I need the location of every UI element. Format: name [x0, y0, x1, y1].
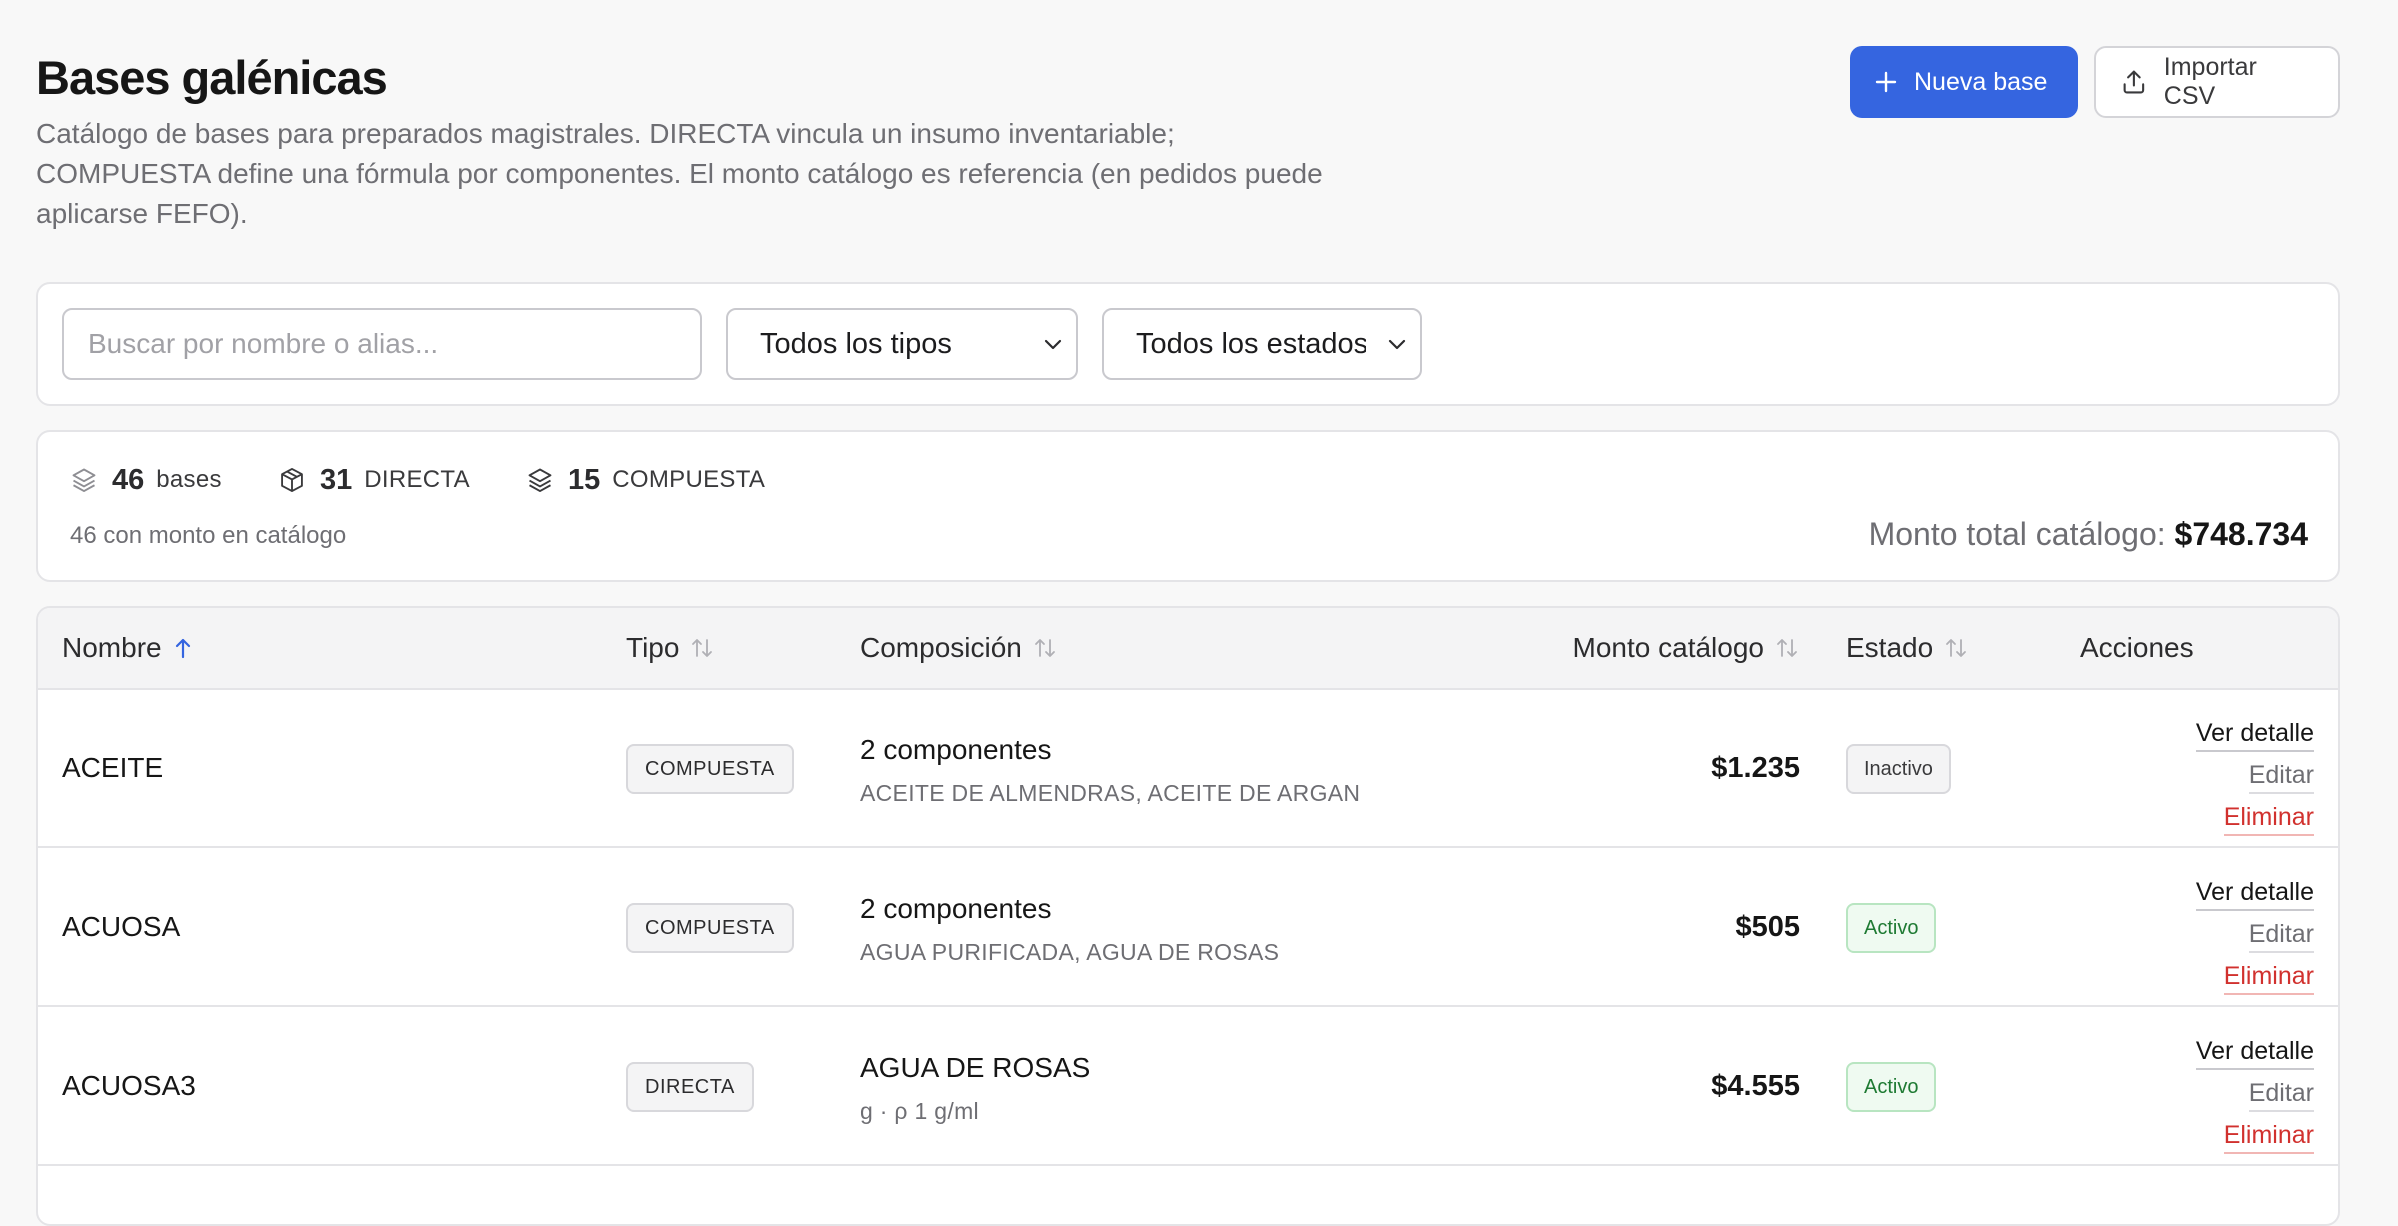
stat-compuesta-label: COMPUESTA — [612, 466, 766, 493]
layers-icon — [72, 468, 96, 493]
tipo-badge: COMPUESTA — [626, 744, 794, 794]
view-detail-link[interactable]: Ver detalle — [2195, 716, 2314, 752]
column-header-nombre[interactable]: Nombre — [62, 608, 194, 688]
upload-icon — [2123, 70, 2145, 94]
delete-link[interactable]: Eliminar — [2223, 800, 2314, 836]
tipo-select-value: Todos los tipos — [760, 327, 952, 360]
stat-directa-label: DIRECTA — [364, 466, 470, 493]
edit-link[interactable]: Editar — [2248, 1076, 2314, 1112]
estado-select-value: Todos los estados — [1136, 327, 1366, 360]
edit-link[interactable]: Editar — [2248, 917, 2314, 953]
row-actions: Ver detalle Editar Eliminar — [2195, 716, 2314, 836]
tipo-select[interactable]: Todos los tipos — [726, 308, 1078, 380]
tipo-badge: DIRECTA — [626, 1062, 754, 1112]
column-label: Composición — [860, 632, 1022, 663]
stat-directa-count: 31 — [320, 463, 353, 496]
row-amount: $505 — [1735, 910, 1800, 943]
column-header-tipo[interactable]: Tipo — [626, 608, 715, 688]
sort-icon — [1034, 639, 1055, 657]
total-amount-value: $748.734 — [2174, 516, 2308, 552]
stat-total-count: 46 — [112, 463, 145, 496]
page: Bases galénicas Catálogo de bases para p… — [36, 0, 2340, 1226]
page-title: Bases galénicas — [36, 51, 388, 104]
stat-directa: 31 DIRECTA — [278, 460, 470, 500]
composition-detail: g · ρ 1 g/ml — [860, 1098, 979, 1124]
row-name: ACUOSA3 — [62, 1070, 196, 1101]
column-label: Nombre — [62, 632, 162, 663]
search-placeholder: Buscar por nombre o alias... — [88, 328, 439, 359]
column-label: Monto catálogo — [1572, 632, 1764, 663]
delete-link[interactable]: Eliminar — [2223, 1118, 2314, 1154]
layers-icon — [528, 468, 552, 493]
page-header: Bases galénicas Catálogo de bases para p… — [36, 0, 2340, 282]
import-csv-button[interactable]: Importar CSV — [2094, 46, 2340, 118]
package-icon — [281, 467, 303, 493]
total-amount-label: Monto total catálogo: — [1868, 516, 2166, 552]
row-actions: Ver detalle Editar Eliminar — [2195, 1034, 2314, 1154]
import-csv-label: Importar CSV — [2163, 53, 2257, 110]
column-label: Acciones — [2080, 632, 2194, 663]
edit-link[interactable]: Editar — [2248, 758, 2314, 794]
column-header-monto[interactable]: Monto catálogo — [1573, 608, 1800, 688]
row-name: ACEITE — [62, 752, 164, 783]
row-actions: Ver detalle Editar Eliminar — [2195, 875, 2314, 995]
chevron-down-icon — [1044, 339, 1062, 350]
table-row: ACEITE COMPUESTA 2 componentes ACEITE DE… — [38, 690, 2338, 848]
sort-icon — [692, 639, 713, 657]
row-amount: $1.235 — [1711, 751, 1800, 784]
delete-link[interactable]: Eliminar — [2223, 959, 2314, 995]
table-row: ACUOSA COMPUESTA 2 componentes AGUA PURI… — [38, 849, 2338, 1007]
filters-panel: Buscar por nombre o alias... Todos los t… — [36, 282, 2340, 406]
estado-select[interactable]: Todos los estados — [1102, 308, 1422, 380]
column-header-estado[interactable]: Estado — [1846, 608, 1969, 688]
view-detail-link[interactable]: Ver detalle — [2195, 1034, 2314, 1070]
table-row: ACUOSA3 DIRECTA AGUA DE ROSAS g · ρ 1 g/… — [38, 1008, 2338, 1166]
page-description: Catálogo de bases para preparados magist… — [36, 118, 1323, 229]
status-badge: Activo — [1846, 903, 1937, 953]
bases-table: Nombre Tipo Composición Monto catálogo E… — [36, 606, 2340, 1226]
new-base-label: Nueva base — [1914, 67, 2048, 96]
table-header: Nombre Tipo Composición Monto catálogo E… — [38, 608, 2338, 690]
sort-ascending-icon — [175, 638, 190, 659]
search-input[interactable]: Buscar por nombre o alias... — [62, 308, 702, 380]
new-base-button[interactable]: Nueva base — [1850, 46, 2078, 118]
view-detail-link[interactable]: Ver detalle — [2195, 875, 2314, 911]
column-header-composicion[interactable]: Composición — [860, 608, 1058, 688]
summary-panel: 46 bases 31 DIRECTA 15 COMPUESTA 46 con … — [36, 430, 2340, 582]
composition-detail: AGUA PURIFICADA, AGUA DE ROSAS — [860, 939, 1280, 965]
composition-main: 2 componentes — [860, 893, 1052, 924]
chevron-down-icon — [1388, 339, 1406, 350]
stat-with-amount: 46 con monto en catálogo — [70, 522, 347, 549]
row-name: ACUOSA — [62, 911, 181, 942]
composition-main: 2 componentes — [860, 734, 1052, 765]
composition-main: AGUA DE ROSAS — [860, 1052, 1091, 1083]
sort-icon — [1777, 639, 1797, 657]
column-label: Tipo — [626, 632, 680, 663]
total-amount: Monto total catálogo: $748.734 — [1869, 516, 2308, 553]
stat-total-label: bases — [156, 466, 222, 493]
header-actions: Nueva base Importar CSV — [1850, 46, 2340, 118]
row-amount: $4.555 — [1711, 1069, 1800, 1102]
composition-detail: ACEITE DE ALMENDRAS, ACEITE DE ARGAN — [860, 780, 1361, 806]
column-label: Estado — [1846, 632, 1934, 663]
status-badge: Activo — [1846, 1062, 1937, 1112]
stat-total: 46 bases — [70, 460, 222, 500]
column-header-acciones: Acciones — [2080, 608, 2194, 688]
stat-compuesta-count: 15 — [568, 463, 601, 496]
status-badge: Inactivo — [1846, 744, 1951, 794]
sort-icon — [1946, 639, 1967, 657]
plus-icon — [1875, 71, 1897, 93]
tipo-badge: COMPUESTA — [626, 903, 794, 953]
stat-compuesta: 15 COMPUESTA — [526, 460, 765, 500]
